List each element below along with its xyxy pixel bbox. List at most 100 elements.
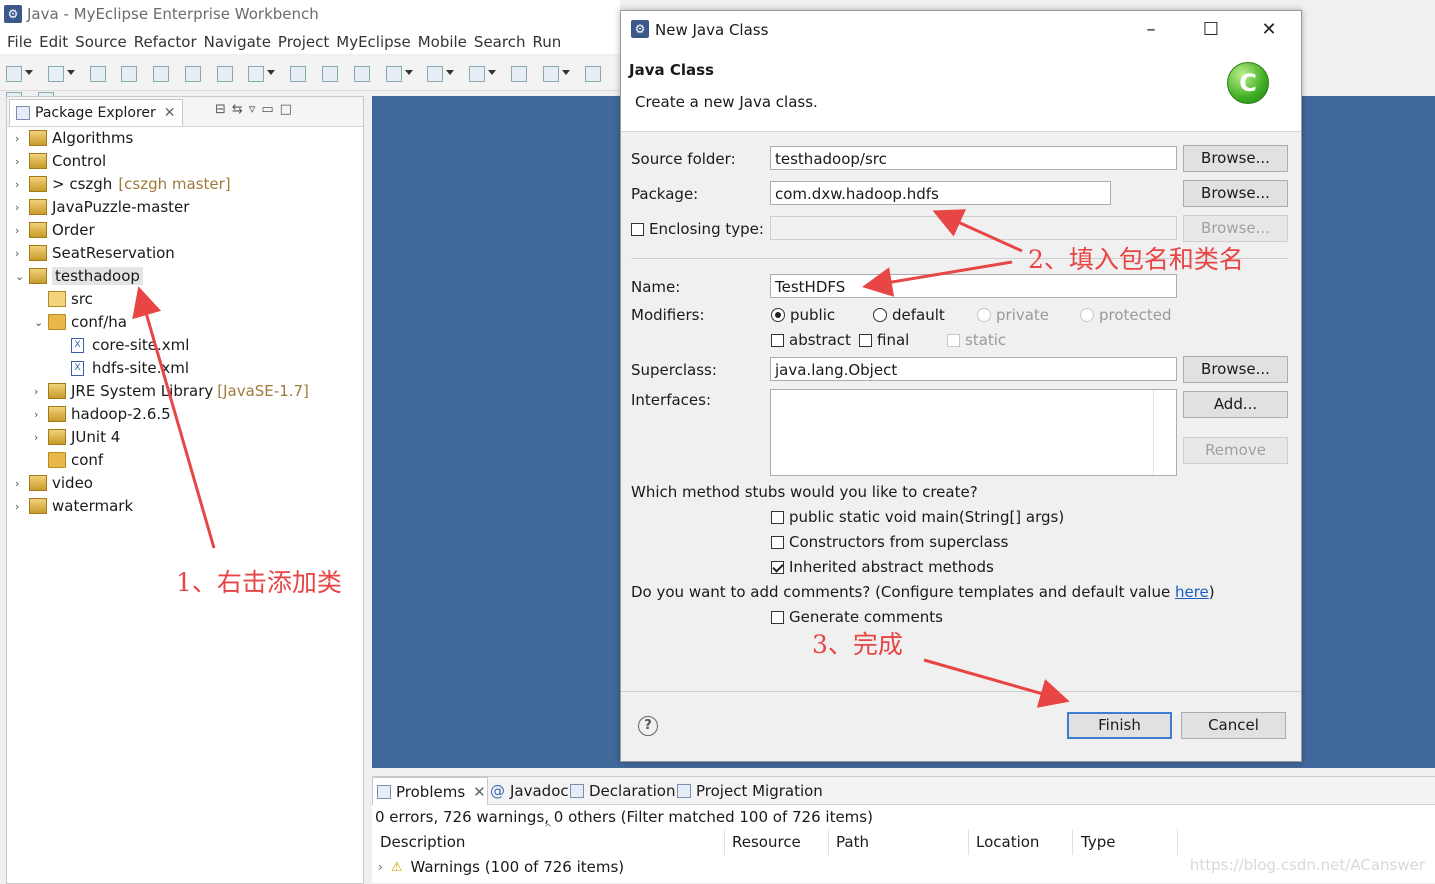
maximize-button[interactable]: ☐ — [1191, 17, 1231, 43]
tree-item-javapuzzle-master[interactable]: › JavaPuzzle-master — [15, 196, 189, 218]
build-icon[interactable] — [248, 66, 265, 82]
finish-button[interactable]: Finish — [1067, 712, 1172, 739]
minimize-button[interactable]: – — [1131, 17, 1171, 43]
checkbox-box[interactable] — [771, 535, 784, 549]
column-resource[interactable]: Resource — [724, 829, 829, 855]
menu-myeclipse[interactable]: MyEclipse — [336, 31, 410, 53]
chevron-down-icon[interactable]: ⌄ — [34, 316, 44, 329]
close-button[interactable]: ✕ — [1249, 17, 1289, 43]
interfaces-scrollbar[interactable] — [1153, 390, 1176, 475]
tree-item-watermark[interactable]: › watermark — [15, 495, 133, 517]
tree-item-testhadoop[interactable]: ⌄ testhadoop — [15, 265, 143, 287]
stub-main-checkbox[interactable]: public static void main(String[] args) — [771, 508, 1064, 526]
menu-project[interactable]: Project — [278, 31, 329, 53]
tab-javadoc[interactable]: @ Javadoc — [490, 777, 569, 804]
tree-item-video[interactable]: › video — [15, 472, 93, 494]
browse-source-folder-button[interactable]: Browse... — [1183, 145, 1288, 172]
modifier-private-radio[interactable]: private — [977, 306, 1049, 324]
checkbox-box[interactable] — [771, 560, 784, 574]
menu-edit[interactable]: Edit — [39, 31, 68, 53]
enclosing-type-checkbox[interactable]: Enclosing type: — [631, 220, 764, 238]
search-icon[interactable] — [542, 66, 559, 82]
chevron-down-icon[interactable] — [446, 70, 455, 75]
checkbox-box[interactable] — [771, 333, 784, 347]
tree-item-hdfs-site-xml[interactable]: Xhdfs-site.xml — [71, 357, 189, 379]
checkbox-box[interactable] — [771, 510, 784, 524]
tree-item-cszgh[interactable]: › > cszgh [cszgh master] — [15, 173, 231, 195]
server-icon[interactable] — [216, 66, 233, 82]
view-menu-icon[interactable]: ▿ — [249, 102, 262, 117]
tree-item-junit4[interactable]: › JUnit 4 — [34, 426, 120, 448]
column-path[interactable]: Path — [828, 829, 969, 855]
chevron-right-icon[interactable]: › — [15, 201, 25, 214]
package-input[interactable]: com.dxw.hadoop.hdfs — [770, 181, 1111, 205]
menu-source[interactable]: Source — [75, 31, 127, 53]
tree-item-hadoop-265[interactable]: › hadoop-2.6.5 — [34, 403, 171, 425]
skip-breakpoints-icon[interactable] — [353, 66, 370, 82]
menu-mobile[interactable]: Mobile — [418, 31, 467, 53]
name-input[interactable]: TestHDFS — [770, 274, 1177, 298]
tree-item-seatreservation[interactable]: › SeatReservation — [15, 242, 175, 264]
chevron-down-icon[interactable] — [404, 70, 413, 75]
modifier-final-checkbox[interactable]: final — [859, 331, 909, 349]
tree-item-algorithms[interactable]: › Algorithms — [15, 127, 133, 149]
chevron-down-icon[interactable] — [488, 70, 497, 75]
new-icon[interactable] — [6, 66, 22, 82]
configure-templates-link[interactable]: here — [1175, 583, 1209, 601]
chevron-down-icon[interactable] — [66, 70, 75, 75]
redo-icon[interactable] — [322, 66, 339, 82]
column-location[interactable]: Location — [968, 829, 1073, 855]
tab-project-migration[interactable]: Project Migration — [677, 777, 823, 804]
menu-navigate[interactable]: Navigate — [204, 31, 271, 53]
maximize-icon[interactable]: □ — [280, 102, 298, 117]
remove-interface-button[interactable]: Remove — [1183, 437, 1288, 464]
chevron-right-icon[interactable]: › — [34, 385, 44, 398]
terminal-icon[interactable] — [184, 66, 201, 82]
chevron-down-icon[interactable] — [561, 70, 570, 75]
modifier-static-checkbox[interactable]: static — [947, 331, 1006, 349]
modifier-abstract-checkbox[interactable]: abstract — [771, 331, 851, 349]
save-icon[interactable] — [89, 66, 106, 82]
chevron-right-icon[interactable]: › — [34, 431, 44, 444]
tree-item-order[interactable]: › Order — [15, 219, 95, 241]
help-icon[interactable]: ? — [638, 716, 658, 736]
tree-item-src[interactable]: src — [34, 288, 93, 310]
radio-button[interactable] — [771, 308, 785, 322]
external-tools-icon[interactable] — [469, 66, 486, 82]
close-icon[interactable]: ✕ — [473, 783, 486, 801]
generate-comments-checkbox[interactable]: Generate comments — [771, 608, 943, 626]
save-all-icon[interactable] — [121, 66, 138, 82]
browse-superclass-button[interactable]: Browse... — [1183, 356, 1288, 383]
add-interface-button[interactable]: Add... — [1183, 391, 1288, 418]
run-icon[interactable] — [427, 66, 444, 82]
radio-button[interactable] — [873, 308, 887, 322]
chevron-right-icon[interactable]: › — [15, 500, 25, 513]
checkbox-box[interactable] — [631, 222, 644, 236]
close-icon[interactable]: ✕ — [164, 105, 176, 121]
print-icon[interactable] — [153, 66, 170, 82]
modifier-default-radio[interactable]: default — [873, 306, 945, 324]
menu-refactor[interactable]: Refactor — [134, 31, 197, 53]
modifier-public-radio[interactable]: public — [771, 306, 835, 324]
tree-item-core-site-xml[interactable]: Xcore-site.xml — [71, 334, 189, 356]
chevron-right-icon[interactable]: › — [15, 132, 25, 145]
tab-problems[interactable]: Problems ✕ — [372, 777, 488, 805]
chevron-right-icon[interactable]: › — [15, 178, 25, 191]
radio-button[interactable] — [1080, 308, 1094, 322]
debug-icon[interactable] — [385, 66, 402, 82]
globe-icon[interactable] — [584, 66, 601, 82]
column-type[interactable]: Type — [1073, 829, 1178, 855]
menu-run[interactable]: Run — [532, 31, 561, 53]
browse-package-button[interactable]: Browse... — [1183, 180, 1288, 207]
minimize-icon[interactable]: ▭ — [261, 102, 279, 117]
chevron-down-icon[interactable] — [267, 70, 276, 75]
menu-search[interactable]: Search — [474, 31, 526, 53]
radio-button[interactable] — [977, 308, 991, 322]
checkbox-box[interactable] — [947, 333, 960, 347]
source-folder-input[interactable]: testhadoop/src — [770, 146, 1177, 170]
modifier-protected-radio[interactable]: protected — [1080, 306, 1172, 324]
link-editor-icon[interactable]: ⇆ — [232, 102, 249, 117]
chevron-right-icon[interactable]: › — [15, 155, 25, 168]
chevron-down-icon[interactable] — [25, 70, 33, 75]
chevron-down-icon[interactable]: ⌄ — [15, 270, 25, 283]
